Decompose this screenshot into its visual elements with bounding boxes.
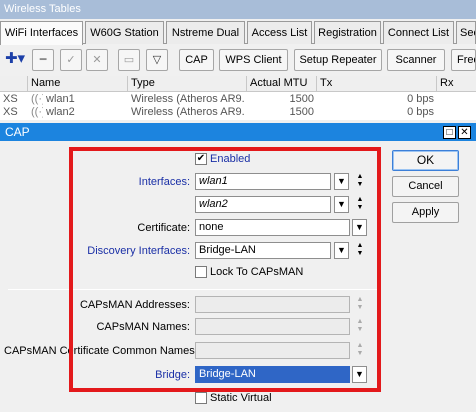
- capsman-cert-names-label: CAPsMAN Certificate Common Names:: [4, 345, 198, 357]
- interfaces-table: Name Type Actual MTU Tx Rx XS ((·)) wlan…: [0, 76, 476, 120]
- row-tx: 0 bps: [407, 106, 434, 118]
- apply-button[interactable]: Apply: [392, 202, 459, 223]
- row-tx: 0 bps: [407, 93, 434, 105]
- discovery-dropdown-icon[interactable]: ▼: [334, 242, 349, 259]
- wireless-icon: ((·)): [31, 93, 43, 105]
- discovery-interfaces-field[interactable]: Bridge-LAN: [195, 242, 331, 259]
- interfaces-label: Interfaces:: [138, 176, 190, 188]
- tab-connect-list[interactable]: Connect List: [383, 21, 454, 44]
- interface-1-dropdown-icon[interactable]: ▼: [334, 173, 349, 190]
- scanner-button[interactable]: Scanner: [387, 49, 445, 71]
- lock-to-capsman-checkbox[interactable]: [195, 266, 207, 278]
- tab-nstreme-dual[interactable]: Nstreme Dual: [166, 21, 245, 44]
- row-name: wlan1: [46, 93, 75, 105]
- close-icon[interactable]: ✕: [458, 126, 471, 139]
- capsman-cert-names-field[interactable]: [195, 342, 350, 359]
- discovery-updown-icon[interactable]: ▲ ▼: [355, 242, 365, 259]
- comment-icon[interactable]: ▭: [118, 49, 140, 71]
- row-type: Wireless (Atheros AR9...: [131, 106, 245, 118]
- wireless-icon: ((·)): [31, 106, 43, 118]
- certificate-field[interactable]: none: [195, 219, 350, 236]
- table-header: Name Type Actual MTU Tx Rx: [0, 76, 476, 92]
- enabled-label: Enabled: [210, 153, 251, 165]
- interface-field-2[interactable]: wlan2: [195, 196, 331, 213]
- discovery-interfaces-label: Discovery Interfaces:: [87, 245, 190, 257]
- tab-w60g-station[interactable]: W60G Station: [85, 21, 164, 44]
- interface-2-dropdown-icon[interactable]: ▼: [334, 196, 349, 213]
- column-rx[interactable]: Rx: [437, 76, 476, 92]
- static-virtual-label: Static Virtual: [210, 392, 272, 404]
- remove-icon[interactable]: ━: [32, 49, 54, 71]
- wireless-tables-titlebar: Wireless Tables: [0, 0, 476, 19]
- row-name: wlan2: [46, 106, 75, 118]
- enabled-checkbox[interactable]: ✔: [195, 153, 207, 165]
- table-row[interactable]: XS ((·)) wlan2 Wireless (Atheros AR9... …: [0, 106, 476, 119]
- freq-button[interactable]: Freq: [451, 49, 476, 71]
- capsman-addresses-label: CAPsMAN Addresses:: [79, 299, 190, 311]
- capsman-cert-names-updown-icon[interactable]: ▲ ▼: [355, 342, 365, 359]
- interface-field-1[interactable]: wlan1: [195, 173, 331, 190]
- column-tx[interactable]: Tx: [317, 76, 437, 92]
- filter-icon[interactable]: ▽: [146, 49, 168, 71]
- interface-1-updown-icon[interactable]: ▲ ▼: [355, 173, 365, 190]
- bridge-dropdown-icon[interactable]: ▼: [352, 366, 367, 383]
- tab-registration[interactable]: Registration: [314, 21, 381, 44]
- disable-icon[interactable]: ✕: [86, 49, 108, 71]
- column-type[interactable]: Type: [128, 76, 247, 92]
- tab-wifi-interfaces[interactable]: WiFi Interfaces: [0, 21, 83, 45]
- setup-repeater-button[interactable]: Setup Repeater: [294, 49, 382, 71]
- lock-to-capsman-label: Lock To CAPsMAN: [210, 266, 304, 278]
- capsman-addresses-field[interactable]: [195, 296, 350, 313]
- row-mtu: 1500: [289, 106, 314, 118]
- capsman-names-updown-icon[interactable]: ▲ ▼: [355, 318, 365, 335]
- ok-button[interactable]: OK: [392, 150, 459, 171]
- enable-icon[interactable]: ✓: [60, 49, 82, 71]
- cancel-button[interactable]: Cancel: [392, 176, 459, 197]
- maximize-icon[interactable]: □: [443, 126, 456, 139]
- capsman-addresses-updown-icon[interactable]: ▲ ▼: [355, 296, 365, 313]
- column-name[interactable]: Name: [28, 76, 128, 92]
- table-row[interactable]: XS ((·)) wlan1 Wireless (Atheros AR9... …: [0, 93, 476, 106]
- row-type: Wireless (Atheros AR9...: [131, 93, 245, 105]
- interface-2-updown-icon[interactable]: ▲ ▼: [355, 196, 365, 213]
- wireless-tabs: WiFi Interfaces W60G Station Nstreme Dua…: [0, 21, 476, 45]
- cap-button[interactable]: CAP: [179, 49, 214, 71]
- row-flags: XS: [3, 93, 18, 105]
- tab-access-list[interactable]: Access List: [247, 21, 312, 44]
- certificate-dropdown-icon[interactable]: ▼: [352, 219, 367, 236]
- capsman-names-label: CAPsMAN Names:: [96, 321, 190, 333]
- cap-dialog-titlebar: CAP: [0, 123, 476, 141]
- row-mtu: 1500: [289, 93, 314, 105]
- static-virtual-checkbox[interactable]: [195, 392, 207, 404]
- toolbar: ✚▾ ━ ✓ ✕ ▭ ▽ CAP WPS Client Setup Repeat…: [0, 46, 476, 74]
- row-flags: XS: [3, 106, 18, 118]
- add-icon[interactable]: ✚▾: [2, 49, 28, 71]
- bridge-label: Bridge:: [155, 369, 190, 381]
- bridge-field[interactable]: Bridge-LAN: [195, 366, 350, 383]
- capsman-names-field[interactable]: [195, 318, 350, 335]
- wps-client-button[interactable]: WPS Client: [219, 49, 288, 71]
- tab-security[interactable]: Sec: [456, 21, 476, 44]
- separator: [8, 289, 380, 290]
- column-actual-mtu[interactable]: Actual MTU: [247, 76, 317, 92]
- certificate-label: Certificate:: [137, 222, 190, 234]
- column-flags: [0, 76, 28, 92]
